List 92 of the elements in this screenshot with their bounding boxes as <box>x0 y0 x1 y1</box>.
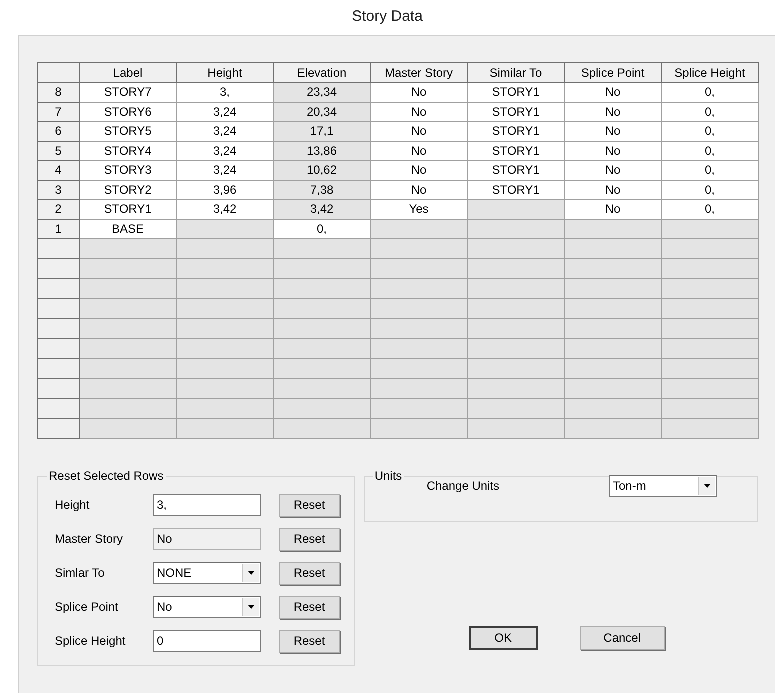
table-cell[interactable]: No <box>564 102 662 122</box>
table-cell[interactable]: 3,24 <box>176 122 274 141</box>
input-field[interactable]: 0 <box>153 630 261 652</box>
table-cell[interactable] <box>564 219 662 238</box>
group-title: Reset Selected Rows <box>48 468 165 485</box>
table-cell[interactable]: No <box>370 82 468 102</box>
table-cell[interactable]: 0, <box>274 219 370 238</box>
table-cell[interactable]: 3,24 <box>176 141 274 160</box>
table-cell[interactable]: Yes <box>370 200 468 219</box>
table-cell[interactable]: STORY1 <box>80 200 176 219</box>
table-cell[interactable]: 3,42 <box>274 200 370 219</box>
table-cell[interactable]: STORY7 <box>80 82 176 102</box>
table-cell[interactable] <box>370 219 468 238</box>
group-title: Units <box>374 468 404 485</box>
field-label: Splice Point <box>55 599 120 616</box>
table-cell[interactable] <box>662 219 758 238</box>
table-cell[interactable]: No <box>564 200 662 219</box>
table-cell[interactable]: 0, <box>662 141 758 160</box>
table-cell[interactable]: BASE <box>80 219 176 238</box>
table-cell[interactable]: No <box>564 180 662 200</box>
table-cell[interactable]: 23,34 <box>274 82 370 102</box>
table-cell[interactable]: 0, <box>662 122 758 141</box>
row-header[interactable]: 5 <box>38 141 80 160</box>
table-cell[interactable]: STORY1 <box>468 160 564 180</box>
dialog-button[interactable]: OK <box>468 626 538 650</box>
reset-button[interactable]: Reset <box>279 494 340 516</box>
table-cell[interactable]: 3,24 <box>176 102 274 122</box>
dropdown[interactable]: No <box>153 596 261 618</box>
table-cell[interactable]: No <box>564 82 662 102</box>
field-label: Height <box>55 497 91 514</box>
table-cell[interactable]: STORY1 <box>468 82 564 102</box>
row-header[interactable]: 3 <box>38 180 80 200</box>
field-label: Change Units <box>426 478 500 495</box>
row-header[interactable]: 4 <box>38 160 80 180</box>
row-header[interactable]: 1 <box>38 219 80 238</box>
column-header[interactable]: Master Story <box>370 62 468 82</box>
table-cell[interactable]: No <box>370 102 468 122</box>
dropdown[interactable]: NONE <box>153 562 261 584</box>
table-cell[interactable]: No <box>564 160 662 180</box>
table-cell[interactable]: STORY4 <box>80 141 176 160</box>
table-cell[interactable]: No <box>370 160 468 180</box>
column-header[interactable]: Similar To <box>468 62 564 82</box>
table-cell[interactable]: STORY5 <box>80 122 176 141</box>
column-header[interactable]: Splice Height <box>662 62 758 82</box>
field-label: Master Story <box>55 531 124 548</box>
column-header[interactable]: Splice Point <box>564 62 662 82</box>
table-cell[interactable]: 0, <box>662 160 758 180</box>
table-cell[interactable]: No <box>370 180 468 200</box>
table-cell[interactable]: STORY6 <box>80 102 176 122</box>
reset-button[interactable]: Reset <box>279 596 340 618</box>
table-cell[interactable]: STORY1 <box>468 102 564 122</box>
table-cell[interactable]: 3, <box>176 82 274 102</box>
field-label: Simlar To <box>55 565 106 582</box>
row-header[interactable]: 2 <box>38 200 80 219</box>
table-cell[interactable]: 13,86 <box>274 141 370 160</box>
table-cell[interactable]: 0, <box>662 82 758 102</box>
input-field[interactable]: 3, <box>153 494 261 516</box>
table-cell[interactable]: No <box>370 122 468 141</box>
table-cell[interactable]: 10,62 <box>274 160 370 180</box>
row-header[interactable]: 8 <box>38 82 80 102</box>
table-cell[interactable] <box>468 200 564 219</box>
reset-button[interactable]: Reset <box>279 630 340 652</box>
table-cell[interactable]: 20,34 <box>274 102 370 122</box>
table-cell[interactable]: No <box>564 122 662 141</box>
table-cell[interactable] <box>176 219 274 238</box>
table-cell[interactable] <box>468 219 564 238</box>
dropdown[interactable]: Ton-m <box>609 475 717 497</box>
column-header[interactable]: Height <box>176 62 274 82</box>
table-cell[interactable]: STORY1 <box>468 141 564 160</box>
table-cell[interactable]: 0, <box>662 102 758 122</box>
table-cell[interactable]: No <box>564 141 662 160</box>
window-title: Story Data <box>352 7 423 28</box>
table-cell[interactable]: 3,96 <box>176 180 274 200</box>
corner-cell <box>38 62 80 82</box>
table-cell[interactable]: STORY1 <box>468 180 564 200</box>
row-header[interactable]: 6 <box>38 122 80 141</box>
column-header[interactable]: Label <box>80 62 176 82</box>
table-cell[interactable]: 17,1 <box>274 122 370 141</box>
table-cell[interactable]: STORY3 <box>80 160 176 180</box>
table-cell[interactable]: 3,42 <box>176 200 274 219</box>
table-cell[interactable]: STORY2 <box>80 180 176 200</box>
field-label: Splice Height <box>55 633 127 650</box>
reset-button[interactable]: Reset <box>279 562 340 584</box>
table-cell[interactable]: 0, <box>662 180 758 200</box>
table-cell[interactable]: No <box>370 141 468 160</box>
dialog-button[interactable]: Cancel <box>580 626 665 650</box>
table-cell[interactable]: 0, <box>662 200 758 219</box>
column-header[interactable]: Elevation <box>274 62 370 82</box>
row-header[interactable]: 7 <box>38 102 80 122</box>
table-cell[interactable]: 7,38 <box>274 180 370 200</box>
table-cell[interactable]: 3,24 <box>176 160 274 180</box>
table-cell[interactable]: STORY1 <box>468 122 564 141</box>
